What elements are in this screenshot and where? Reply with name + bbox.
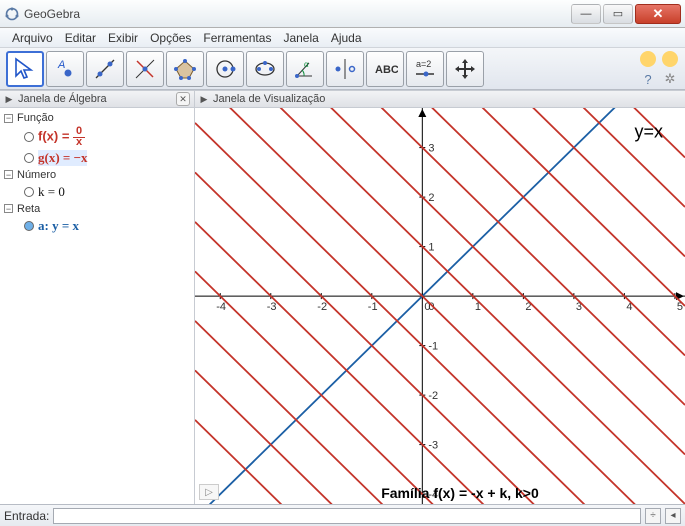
item-k[interactable]: k = 0	[4, 183, 192, 201]
svg-text:-1: -1	[368, 301, 378, 313]
item-g[interactable]: g(x) = −x	[4, 149, 192, 167]
item-a[interactable]: a: y = x	[4, 217, 192, 235]
tool-line[interactable]	[86, 51, 124, 87]
menu-opcoes[interactable]: Opções	[144, 29, 197, 47]
svg-text:y=x: y=x	[634, 122, 663, 142]
menubar: Arquivo Editar Exibir Opções Ferramentas…	[0, 28, 685, 48]
label-k: k = 0	[38, 184, 65, 200]
menu-ferramentas[interactable]: Ferramentas	[197, 29, 277, 47]
tool-reflect[interactable]	[326, 51, 364, 87]
svg-text:-2: -2	[428, 390, 438, 402]
svg-text:A: A	[57, 59, 65, 71]
minimize-button[interactable]: —	[571, 4, 601, 24]
redo-icon	[662, 51, 678, 67]
algebra-panel-title: Janela de Álgebra	[18, 93, 176, 105]
maximize-button[interactable]: ▭	[603, 4, 633, 24]
svg-text:1: 1	[428, 242, 434, 254]
svg-text:ABC: ABC	[375, 64, 398, 76]
menu-arquivo[interactable]: Arquivo	[6, 29, 59, 47]
graph-canvas[interactable]: -4-3-2-1012345-4-3-2-11230y=xFamília f(x…	[195, 108, 685, 504]
label-a: a: y = x	[38, 218, 79, 234]
algebra-toggle-icon: ▶	[4, 94, 14, 105]
viz-toggle-icon: ▶	[199, 94, 209, 105]
visibility-toggle-a[interactable]	[24, 221, 34, 231]
item-f[interactable]: f(x) = 0x	[4, 126, 192, 149]
window-title: GeoGebra	[24, 7, 569, 21]
tool-angle[interactable]: α	[286, 51, 324, 87]
undo-icon	[640, 51, 656, 67]
svg-text:Família f(x) = -x + k, k>0: Família f(x) = -x + k, k>0	[381, 485, 539, 501]
svg-text:-2: -2	[317, 301, 327, 313]
tool-circle[interactable]	[206, 51, 244, 87]
svg-text:-3: -3	[428, 440, 438, 452]
svg-text:-4: -4	[216, 301, 226, 313]
algebra-tree: −Função f(x) = 0x g(x) = −x −Número k = …	[0, 108, 194, 504]
svg-text:3: 3	[428, 143, 434, 155]
group-numero[interactable]: −Número	[4, 169, 192, 181]
play-button[interactable]: ▷	[199, 484, 219, 500]
svg-text:-1: -1	[428, 341, 438, 353]
tool-text[interactable]: ABC	[366, 51, 404, 87]
undo-button[interactable]	[639, 50, 657, 68]
viz-panel-header[interactable]: ▶ Janela de Visualização	[195, 90, 685, 108]
help-button[interactable]: ?	[639, 70, 657, 88]
toolbar: A α ABC a=2	[0, 48, 685, 90]
menu-janela[interactable]: Janela	[277, 29, 324, 47]
tool-slider[interactable]: a=2	[406, 51, 444, 87]
menu-editar[interactable]: Editar	[59, 29, 102, 47]
viz-panel-title: Janela de Visualização	[213, 93, 685, 105]
label-f: f(x) = 0x	[38, 127, 85, 148]
tool-move[interactable]	[6, 51, 44, 87]
group-funcao[interactable]: −Função	[4, 112, 192, 124]
menu-ajuda[interactable]: Ajuda	[325, 29, 368, 47]
visibility-toggle-g[interactable]	[24, 153, 34, 163]
algebra-panel: ▶ Janela de Álgebra ✕ −Função f(x) = 0x …	[0, 90, 195, 504]
group-reta[interactable]: −Reta	[4, 203, 192, 215]
tool-ellipse[interactable]	[246, 51, 284, 87]
tool-polygon[interactable]	[166, 51, 204, 87]
algebra-close-button[interactable]: ✕	[176, 92, 190, 106]
app-icon	[4, 6, 20, 22]
viz-panel: ▶ Janela de Visualização -4-3-2-1012345-…	[195, 90, 685, 504]
svg-text:2: 2	[428, 192, 434, 204]
input-label: Entrada:	[4, 509, 49, 523]
input-submit-button[interactable]: ◂	[665, 508, 681, 524]
settings-button[interactable]: ✲	[661, 70, 679, 88]
algebra-panel-header[interactable]: ▶ Janela de Álgebra ✕	[0, 90, 194, 108]
tool-move-view[interactable]	[446, 51, 484, 87]
close-button[interactable]: ✕	[635, 4, 681, 24]
svg-text:-3: -3	[267, 301, 277, 313]
redo-button[interactable]	[661, 50, 679, 68]
content-area: ▶ Janela de Álgebra ✕ −Função f(x) = 0x …	[0, 90, 685, 504]
input-dropdown-button[interactable]: ÷	[645, 508, 661, 524]
svg-text:α: α	[304, 60, 309, 69]
visibility-toggle-f[interactable]	[24, 132, 34, 142]
visibility-toggle-k[interactable]	[24, 187, 34, 197]
input-bar: Entrada: ÷ ◂	[0, 504, 685, 526]
tool-point[interactable]: A	[46, 51, 84, 87]
titlebar: GeoGebra — ▭ ✕	[0, 0, 685, 28]
tool-perpendicular[interactable]	[126, 51, 164, 87]
menu-exibir[interactable]: Exibir	[102, 29, 144, 47]
svg-text:a=2: a=2	[416, 59, 431, 69]
input-field[interactable]	[53, 508, 641, 524]
label-g: g(x) = −x	[38, 150, 87, 166]
